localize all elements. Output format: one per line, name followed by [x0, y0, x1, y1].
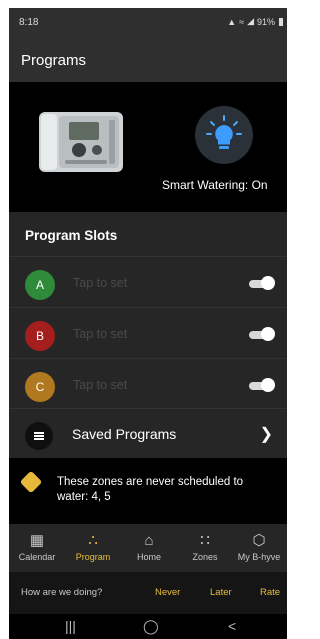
slot-b-badge: B: [25, 321, 55, 351]
slot-c-toggle[interactable]: [247, 378, 275, 392]
saved-programs-row[interactable]: Saved Programs ❯: [9, 408, 287, 459]
wifi-icon: ≈: [239, 16, 245, 27]
saved-list-icon: [25, 422, 53, 450]
nav-calendar-label: Calendar: [18, 552, 56, 562]
alarm-icon: ▲: [227, 16, 237, 27]
home-button-icon[interactable]: ◯: [143, 618, 159, 635]
nav-zones-label: Zones: [192, 552, 218, 562]
signal-icon: ◢: [247, 16, 254, 26]
nav-home-label: Home: [136, 552, 161, 562]
lightbulb-icon: [206, 115, 242, 149]
nav-calendar[interactable]: ▦ Calendar: [9, 530, 65, 562]
device-hero: Smart Watering: On: [9, 82, 287, 212]
back-icon[interactable]: <: [228, 618, 236, 634]
nav-my-bhyve[interactable]: ⬡ My B-hyve: [231, 530, 287, 562]
status-icons: ▲ ≈ ◢ 91%: [227, 16, 283, 27]
smart-watering-button[interactable]: [195, 106, 253, 164]
warning-icon: [19, 470, 43, 494]
feedback-later-button[interactable]: Later: [210, 587, 232, 598]
unscheduled-zones-notice: These zones are never scheduled to water…: [9, 458, 287, 524]
b-hyve-icon: ⬡: [252, 532, 266, 549]
battery-icon: [279, 17, 283, 26]
feedback-question: How are we doing?: [21, 587, 103, 598]
nav-my-bhyve-label: My B-hyve: [237, 552, 281, 562]
saved-programs-label: Saved Programs: [72, 426, 177, 442]
feedback-never-button[interactable]: Never: [155, 587, 180, 598]
slot-b-hint: Tap to set: [73, 327, 128, 341]
nav-program-label: Program: [75, 552, 111, 562]
status-bar: 8:18 ▲ ≈ ◢ 91%: [9, 8, 287, 36]
program-slots-header: Program Slots: [9, 212, 287, 256]
calendar-icon: ▦: [29, 532, 45, 549]
zones-icon: ∷: [200, 532, 210, 549]
home-icon: ⌂: [144, 532, 154, 549]
feedback-bar: How are we doing? Never Later Rate: [9, 572, 287, 614]
bottom-nav: ▦ Calendar ∴ Program ⌂ Home ∷ Zones ⬡ My…: [9, 524, 287, 572]
page-title: Programs: [21, 52, 87, 69]
slot-c-hint: Tap to set: [73, 378, 128, 392]
program-slot-a[interactable]: A Tap to set: [9, 256, 287, 307]
program-slots-title: Program Slots: [25, 228, 118, 243]
recents-icon[interactable]: |||: [65, 618, 76, 634]
program-slot-b[interactable]: B Tap to set: [9, 307, 287, 358]
slot-a-hint: Tap to set: [73, 276, 128, 290]
battery-percent: 91%: [256, 16, 275, 27]
program-icon: ∴: [88, 532, 98, 549]
app-screen: 8:18 ▲ ≈ ◢ 91% Programs Smart Watering: …: [9, 8, 287, 639]
status-time: 8:18: [19, 17, 39, 28]
slot-b-toggle[interactable]: [247, 327, 275, 341]
nav-zones[interactable]: ∷ Zones: [177, 530, 233, 562]
slot-c-badge: C: [25, 372, 55, 402]
notice-text: These zones are never scheduled to water…: [57, 476, 244, 503]
chevron-right-icon: ❯: [259, 426, 273, 443]
nav-program[interactable]: ∴ Program: [65, 530, 121, 562]
smart-watering-status: Smart Watering: On: [162, 178, 268, 192]
program-slot-c[interactable]: C Tap to set: [9, 358, 287, 409]
slot-a-toggle[interactable]: [247, 276, 275, 290]
slot-a-badge: A: [25, 270, 55, 300]
app-header: Programs: [9, 36, 287, 82]
nav-home[interactable]: ⌂ Home: [121, 530, 177, 562]
feedback-rate-button[interactable]: Rate: [260, 587, 280, 598]
controller-device-image[interactable]: [37, 106, 125, 176]
system-nav-bar: ||| ◯ <: [9, 614, 287, 639]
